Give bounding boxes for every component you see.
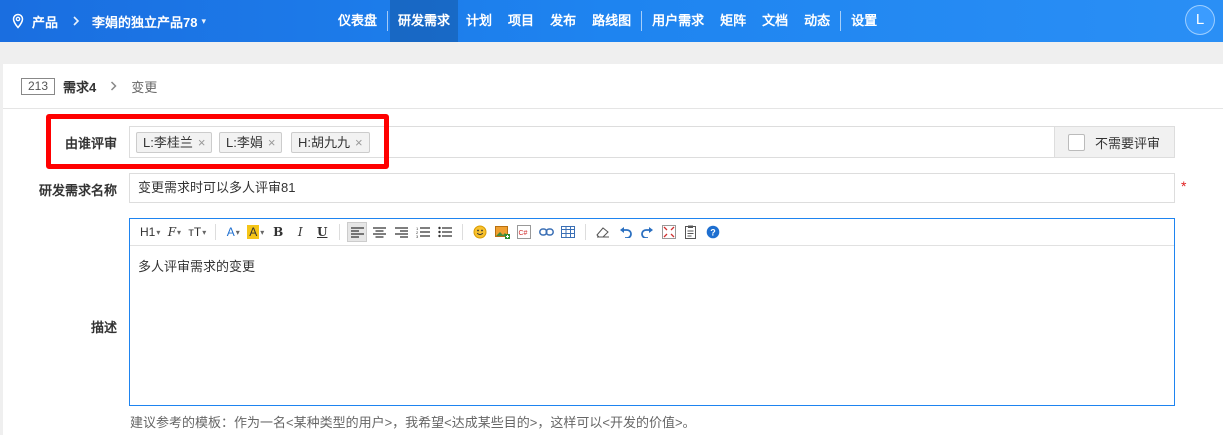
table-icon[interactable] (558, 222, 578, 242)
nav-plan[interactable]: 计划 (458, 0, 500, 42)
font-size-button[interactable]: тT ▾ (186, 222, 208, 242)
nav-activity[interactable]: 动态 (796, 0, 838, 42)
description-editor[interactable]: H1 ▾ F ▾ тT ▾ A ▾ A ▾ B I U 123 C# ? 多人评… (129, 218, 1175, 406)
reviewer-chip[interactable]: H:胡九九 × (291, 132, 370, 153)
align-right-icon[interactable] (391, 222, 411, 242)
no-review-toggle[interactable]: 不需要评审 (1054, 126, 1175, 158)
nav-docs[interactable]: 文档 (754, 0, 796, 42)
reviewer-select[interactable]: L:李桂兰 × L:李娟 × H:胡九九 × (129, 126, 1055, 158)
section-label[interactable]: 产品 (32, 12, 58, 31)
align-center-icon[interactable] (369, 222, 389, 242)
toolbar-separator (215, 224, 217, 240)
title-label: 研发需求名称 (38, 183, 117, 198)
undo-icon[interactable] (615, 222, 635, 242)
story-title-link[interactable]: 需求4 (63, 77, 96, 96)
title-input[interactable]: 变更需求时可以多人评审81 (129, 173, 1175, 203)
remove-icon[interactable]: × (268, 133, 276, 152)
editor-toolbar: H1 ▾ F ▾ тT ▾ A ▾ A ▾ B I U 123 C# ? (130, 219, 1174, 246)
reviewer-label: 由谁评审 (64, 136, 117, 151)
code-icon[interactable]: C# (514, 222, 534, 242)
no-review-checkbox[interactable] (1068, 133, 1085, 151)
product-name[interactable]: 李娟的独立产品78 ▾ (92, 12, 206, 31)
top-nav-bar: 产品 李娟的独立产品78 ▾ 仪表盘 研发需求 计划 项目 发布 路线图 用户需… (0, 0, 1223, 42)
font-color-button[interactable]: A ▾ (223, 222, 243, 242)
font-family-button[interactable]: F ▾ (164, 222, 184, 242)
paste-icon[interactable] (681, 222, 701, 242)
location-pin-icon (10, 13, 26, 29)
divider (3, 108, 1223, 109)
chevron-right-icon (110, 79, 117, 94)
eraser-icon[interactable] (593, 222, 613, 242)
chevron-down-icon: ▾ (202, 227, 207, 237)
chevron-down-icon: ▾ (201, 15, 207, 26)
ordered-list-icon[interactable]: 123 (413, 222, 433, 242)
story-id-badge: 213 (21, 77, 56, 95)
chevron-down-icon: ▾ (260, 227, 265, 237)
nav-stories[interactable]: 研发需求 (390, 0, 459, 42)
toolbar-separator (585, 224, 587, 240)
heading-button[interactable]: H1 ▾ (138, 222, 162, 242)
fullscreen-icon[interactable] (659, 222, 679, 242)
reviewer-chip[interactable]: L:李桂兰 × (136, 132, 213, 153)
template-hint: 建议参考的模板：作为一名<某种类型的用户>，我希望<达成某些目的>，这样可以<开… (130, 415, 696, 430)
nav-user-requirements[interactable]: 用户需求 (644, 0, 712, 42)
no-review-label: 不需要评审 (1095, 135, 1161, 151)
nav-settings[interactable]: 设置 (843, 0, 885, 42)
main-panel: 213 需求4 变更 由谁评审 L:李桂兰 × L:李娟 × H:胡九九 × 不需要评… (3, 64, 1223, 435)
avatar[interactable]: L (1185, 5, 1215, 35)
emoji-icon[interactable] (470, 222, 490, 242)
svg-text:?: ? (711, 228, 717, 238)
nav-roadmap[interactable]: 路线图 (584, 0, 639, 42)
svg-text:C#: C# (519, 230, 528, 237)
bold-button[interactable]: B (268, 222, 288, 242)
nav-release[interactable]: 发布 (542, 0, 584, 42)
main-nav: 仪表盘 研发需求 计划 项目 发布 路线图 用户需求 矩阵 文档 动态 设置 (330, 0, 885, 42)
align-left-icon[interactable] (347, 222, 368, 242)
nav-matrix[interactable]: 矩阵 (712, 0, 754, 42)
description-label: 描述 (90, 320, 117, 335)
underline-button[interactable]: U (312, 222, 332, 242)
toolbar-separator (339, 224, 341, 240)
image-icon[interactable] (492, 222, 512, 242)
svg-text:3: 3 (416, 234, 419, 238)
chevron-down-icon: ▾ (177, 227, 182, 237)
breadcrumb: 213 需求4 变更 (21, 77, 157, 95)
chevron-down-icon: ▾ (235, 227, 240, 237)
help-icon[interactable]: ? (703, 222, 723, 242)
chevron-down-icon: ▾ (156, 227, 161, 237)
nav-dashboard[interactable]: 仪表盘 (330, 0, 385, 42)
product-switcher[interactable]: 产品 李娟的独立产品78 ▾ (10, 0, 206, 42)
remove-icon[interactable]: × (355, 133, 363, 152)
bg-color-button[interactable]: A ▾ (245, 222, 266, 242)
link-icon[interactable] (536, 222, 556, 242)
redo-icon[interactable] (637, 222, 657, 242)
nav-divider (641, 11, 643, 31)
nav-divider (387, 11, 389, 31)
toolbar-separator (462, 224, 464, 240)
unordered-list-icon[interactable] (435, 222, 455, 242)
required-mark: * (1181, 178, 1187, 194)
italic-button[interactable]: I (290, 222, 310, 242)
nav-project[interactable]: 项目 (500, 0, 542, 42)
page-title: 变更 (131, 79, 158, 95)
editor-content[interactable]: 多人评审需求的变更 (130, 246, 1174, 285)
reviewer-chip[interactable]: L:李娟 × (219, 132, 283, 153)
chevron-right-icon (72, 14, 80, 29)
nav-divider (840, 11, 842, 31)
remove-icon[interactable]: × (198, 133, 206, 152)
